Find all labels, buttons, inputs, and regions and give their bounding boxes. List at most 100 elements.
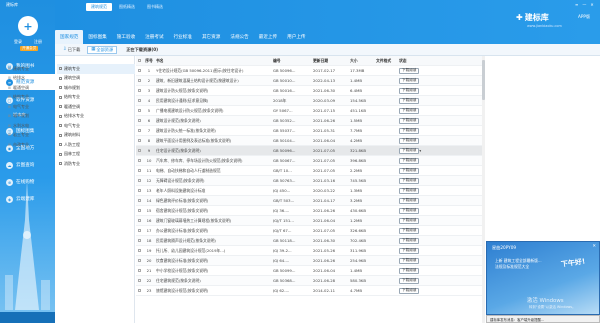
table-row[interactable]: 21 中小学校设计规范(按条文说明) GB 50099... 2021-06-04 1.… (136, 266, 485, 276)
table-row[interactable]: 19 托儿所、幼儿园建筑设计规范(2019年...) JGJ 39-2... 2021… (136, 246, 485, 256)
category-node[interactable]: ⊞ 建筑专业 (6, 64, 54, 74)
category-list-item[interactable]: 暖通空调 (57, 102, 135, 112)
table-row[interactable]: 8 建筑平面设计用图例及表达标准(按条文说明) GB 50104... 2021-06… (136, 136, 485, 146)
table-row[interactable]: 1 Y住宅设计规范(GB 50096-2011)图示(按住宅设计) GB 50096… (136, 66, 485, 76)
app-version-link[interactable]: APP版 (578, 14, 590, 20)
download-read-button[interactable]: 下载阅读 (399, 267, 420, 274)
popup-close-icon[interactable]: ✕ (592, 244, 596, 249)
expand-icon[interactable]: ⊞ (8, 86, 11, 90)
category-list-item[interactable]: 人防工程 (57, 140, 135, 150)
download-read-button[interactable]: 下载阅读 (399, 207, 420, 214)
download-read-button[interactable]: 下载阅读 (399, 157, 420, 164)
download-read-button[interactable]: 下载阅读 (399, 87, 420, 94)
table-row[interactable]: 6 建筑设计规范(按条文说明) GB 50352... 2021-06-26 1.5MB… (136, 116, 485, 126)
popup-message-line2[interactable]: 法规及标准规范大全 (495, 264, 529, 270)
col-no[interactable]: 序号 (142, 58, 156, 64)
category-list-item[interactable]: 消防专业 (57, 159, 135, 169)
popup-footer[interactable]: 建标库发布消息：客户端升级提醒... (486, 315, 600, 323)
category-list-item[interactable]: 给排水专业 (57, 112, 135, 122)
category-list-item[interactable]: 城市规划 (57, 83, 135, 93)
download-read-button[interactable]: 下载阅读 (399, 187, 420, 194)
category-node[interactable]: ⊞ 电气专业 (6, 102, 54, 112)
download-read-button[interactable]: 下载阅读 (399, 257, 420, 264)
download-read-button[interactable]: 下载阅读 (399, 147, 420, 154)
table-row[interactable]: 13 老年人照料设施建筑设计标准 JGJ 450... 2020-03-22 1.3MB… (136, 186, 485, 196)
download-read-button[interactable]: 下载阅读 (399, 217, 420, 224)
download-read-button[interactable]: 下载阅读 (399, 287, 420, 294)
table-row[interactable]: 20 饮食建筑设计标准(按条文说明) JGJ 64-... 2021-06-26 254… (136, 256, 485, 266)
download-read-button[interactable]: 下载阅读 (399, 277, 420, 284)
category-list-item[interactable]: 园林工程 (57, 150, 135, 160)
tab-acceptance[interactable]: 施工验收 (112, 30, 140, 44)
table-row[interactable]: 23 旅馆建筑设计规范(按条文说明) JGJ 62-... 2014-02-11 4.7… (136, 286, 485, 296)
expand-icon[interactable]: ⊞ (8, 95, 11, 99)
download-read-button[interactable]: 下载阅读 (399, 237, 420, 244)
table-row[interactable]: 17 办公建筑设计标准(按条文说明) JGJ/T 67... 2021-07-05 32… (136, 226, 485, 236)
close-icon[interactable]: ✕ (590, 2, 593, 7)
category-node[interactable]: ⊞ 市政专业 (6, 140, 54, 150)
download-read-button[interactable]: 下载阅读 (399, 167, 420, 174)
download-read-button[interactable]: 下载阅读 (399, 247, 420, 254)
category-list-item[interactable]: 建筑空调 (57, 74, 135, 84)
table-row[interactable]: 7 建筑设计防火统一标准(按条文说明) GB 55037... 2021-05-31 7… (136, 126, 485, 136)
tab-recent[interactable]: 最近上传 (254, 30, 282, 44)
menu-icon[interactable]: ≡ (575, 2, 578, 7)
category-list-item[interactable]: 建筑专业 (57, 64, 135, 74)
table-row[interactable]: 2 建筑、新旧建筑混凝土结构设计规范(按建筑设计) GB 50010... 2022-… (136, 76, 485, 86)
category-node[interactable]: ⊞ 城乡规划 (6, 112, 54, 122)
download-read-button[interactable]: 下载阅读 (399, 197, 420, 204)
col-type[interactable]: 文件格式 (376, 58, 399, 64)
all-resources-button[interactable]: ▦ 全部资源 (87, 45, 118, 54)
table-row[interactable]: 9 住宅设计规范(按条文说明) GB 50096... 2021-07-05 321.8… (136, 146, 485, 156)
download-read-button[interactable]: 下载阅读 (399, 117, 420, 124)
table-row[interactable]: 5 广播电视建筑设计防火规范(按条文说明) GY 5067... 2021-07-15… (136, 106, 485, 116)
table-row[interactable]: 4 民用建筑设计通则(征求意见稿) 2018年 2020-03-09 154.5KB 下载… (136, 96, 485, 106)
col-date[interactable]: 更新日期 (313, 58, 350, 64)
category-node[interactable]: ⊞ 水利水电 (6, 121, 54, 131)
category-node[interactable]: ⊞ 结构专业 (6, 93, 54, 103)
expand-icon[interactable]: ⊞ (8, 105, 11, 109)
tab-exam[interactable]: 注册考试 (140, 30, 168, 44)
download-read-button[interactable]: 下载阅读 (399, 227, 420, 234)
expand-icon[interactable]: ⊞ (8, 67, 11, 71)
download-read-button[interactable]: 下载阅读 (399, 107, 420, 114)
tab-other[interactable]: 其它资源 (197, 30, 225, 44)
download-read-button[interactable]: 下载阅读 (399, 177, 420, 184)
table-row[interactable]: 15 宿舍建筑设计规范(按条文说明) JGJ 36-... 2021-06-26 430… (136, 206, 485, 216)
table-row[interactable]: 14 绿色建筑评价标准(按条文说明) GB/T 503... 2021-04-17 3.… (136, 196, 485, 206)
dropdown-icon[interactable]: ▾ (419, 149, 421, 153)
table-row[interactable]: 3 建筑设计防火规范(按条文说明) GB 50016... 2021-06-30 6.4… (136, 86, 485, 96)
subtab-building-standards[interactable]: 建筑规范 (86, 3, 112, 11)
table-row[interactable]: 11 电梯、自动扶梯和自动人行道制造规范 GB/T 10... 2021-07-05 2… (136, 166, 485, 176)
category-node[interactable]: ⊞ 岩土专业 (6, 131, 54, 141)
category-node[interactable]: ⊞ 暖通空调 (6, 83, 54, 93)
table-row[interactable]: 18 民用建筑隔声设计规范(按条文说明) GB 50118... 2021-06-30… (136, 236, 485, 246)
tab-atlas[interactable]: 国标图集 (83, 30, 111, 44)
expand-icon[interactable]: ⊞ (8, 133, 11, 137)
col-status[interactable]: 状态 (399, 58, 449, 64)
category-list-item[interactable]: 结构专业 (57, 93, 135, 103)
download-read-button[interactable]: 下载阅读 (399, 127, 420, 134)
download-read-button[interactable]: 下载阅读 (399, 67, 420, 74)
table-row[interactable]: 16 建筑门窗玻璃幕墙热工计算规程(按条文说明) JGJ/T 151... 2021-… (136, 216, 485, 226)
tab-industry[interactable]: 行业标准 (169, 30, 197, 44)
sidebar-item-cloud[interactable]: ☁ 云图查询 (0, 157, 55, 173)
minimize-icon[interactable]: — (582, 2, 586, 7)
vip-badge[interactable]: 开通会员 (20, 46, 39, 51)
category-list-item[interactable]: 建筑材料 (57, 131, 135, 141)
category-list-item[interactable]: 电气专业 (57, 121, 135, 131)
expand-icon[interactable]: ⊞ (8, 114, 11, 118)
table-row[interactable]: 10 汽车库、修车库、停车场设计防火规范(按条文说明) GB 50067... 202… (136, 156, 485, 166)
col-name[interactable]: 书名 (156, 58, 273, 64)
download-read-button[interactable]: 下载阅读 (399, 77, 420, 84)
tab-national-standards[interactable]: 国家规范 (55, 30, 84, 44)
download-read-button[interactable]: 下载阅读 (399, 137, 420, 144)
tab-regulations[interactable]: 法规公告 (225, 30, 253, 44)
category-node[interactable]: ⊞ 给排水 (6, 74, 54, 84)
subtab-drawings[interactable]: 图纸精选 (114, 3, 140, 11)
table-row[interactable]: 22 住宅建筑规范(按条文说明) GB 50368... 2021-06-28 580.… (136, 276, 485, 286)
expand-icon[interactable]: ⊞ (8, 76, 11, 80)
tab-user-upload[interactable]: 用户上传 (282, 30, 310, 44)
table-row[interactable]: 12 无障碍设计规范(按条文说明) GB 50763... 2021-03-16 745… (136, 176, 485, 186)
download-read-button[interactable]: 下载阅读 (399, 97, 420, 104)
